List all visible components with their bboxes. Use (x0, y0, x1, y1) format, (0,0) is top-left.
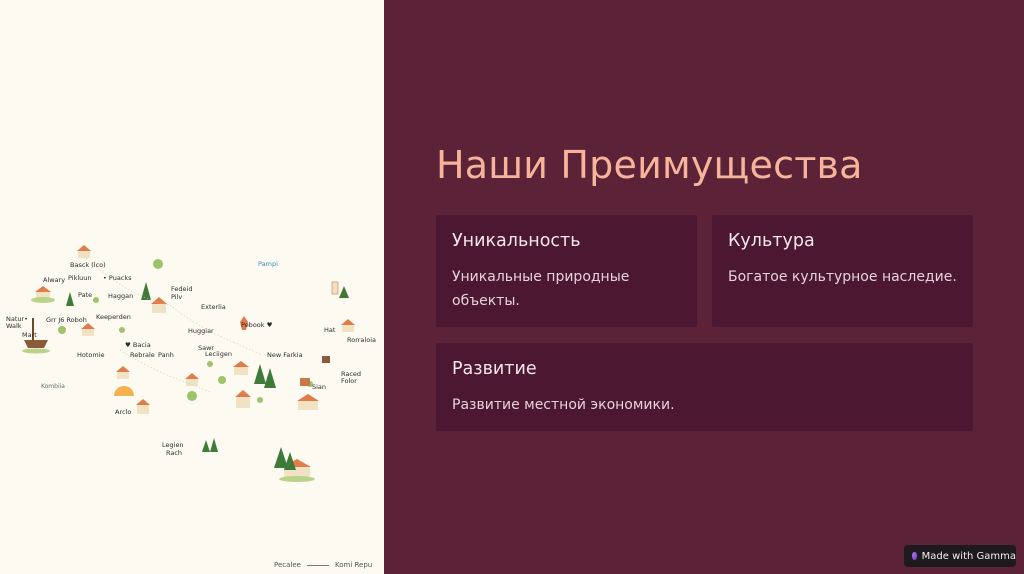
map-label: Hat (324, 326, 336, 334)
map-label: Pate (78, 291, 93, 299)
house-icon (81, 323, 95, 336)
map-label: Exterlia (201, 303, 226, 311)
map-label: Pebook ♥ (241, 321, 273, 329)
map-label: Pikluun (68, 274, 92, 282)
house-icon (233, 361, 249, 375)
shed-icon (300, 356, 330, 386)
map-label: Hotomie (77, 351, 105, 359)
card-development: Развитие Развитие местной экономики. (436, 343, 973, 431)
card-text: Развитие местной экономики. (452, 397, 675, 413)
map-label: Fedeid (171, 285, 193, 293)
card-title: Уникальность (452, 231, 581, 251)
house-icon (185, 373, 199, 386)
house-icon (235, 390, 251, 408)
card-uniqueness: Уникальность Уникальные природные объект… (436, 215, 697, 327)
card-title: Культура (728, 231, 815, 251)
map-label: Legien (162, 441, 184, 449)
map-footer: Pecalee Komi Repu (274, 561, 372, 569)
sun-icon (114, 386, 134, 396)
map-illustration: Basck (lco) Alwary Pikluun • Puacks Fede… (0, 0, 384, 574)
made-with-gamma-badge[interactable]: Made with Gamma (904, 545, 1016, 567)
card-culture: Культура Богатое культурное наследие. (712, 215, 973, 327)
card-text: Богатое культурное наследие. (728, 269, 957, 285)
map-label: Folor (341, 377, 357, 385)
map-label: Rach (166, 449, 183, 457)
slide-title: Наши Преимущества (436, 143, 863, 187)
house-icon (77, 245, 91, 258)
card-title: Развитие (452, 359, 537, 379)
map-label: Kombiia (41, 383, 65, 390)
map-footer-left: Pecalee (274, 561, 301, 569)
map-label: Keeperden (96, 313, 131, 321)
house-icon (31, 286, 55, 303)
house-icon (341, 319, 355, 332)
map-label: Panh (158, 351, 174, 359)
map-label: Walk (6, 322, 22, 330)
map-footer-right: Komi Repu (334, 561, 373, 569)
map-label: ♥ Bacia (125, 341, 151, 349)
map-label: Pampi (258, 260, 278, 268)
house-icon (116, 366, 130, 379)
house-icon (297, 394, 319, 410)
map-label: Arclo (115, 408, 132, 416)
map-label: Huggiar (188, 327, 214, 335)
map-label: Rorraloia (347, 336, 376, 344)
map-label: New Farkia (267, 351, 303, 359)
bush-icon (58, 259, 313, 403)
map-label: Basck (lco) (70, 261, 106, 269)
map-label: Rebrale (130, 351, 155, 359)
divider (306, 564, 329, 566)
map-label: Pilv (171, 293, 183, 301)
house-icon (151, 297, 167, 313)
badge-label: Made with Gamma (921, 550, 1016, 562)
map-label: Alwary (43, 276, 66, 284)
map-label: Sian (312, 383, 327, 391)
map-label: • Puacks (103, 274, 132, 282)
map-label: Mart (22, 331, 37, 339)
card-text: Уникальные природные объекты. (452, 269, 630, 309)
gamma-logo-icon (912, 552, 917, 560)
lighthouse-icon (331, 281, 339, 295)
map-label: Haggan (108, 292, 134, 300)
map-label: Grr J6 Roboh (46, 316, 87, 324)
map-label: Leciigen (205, 350, 232, 358)
house-icon (136, 399, 150, 414)
